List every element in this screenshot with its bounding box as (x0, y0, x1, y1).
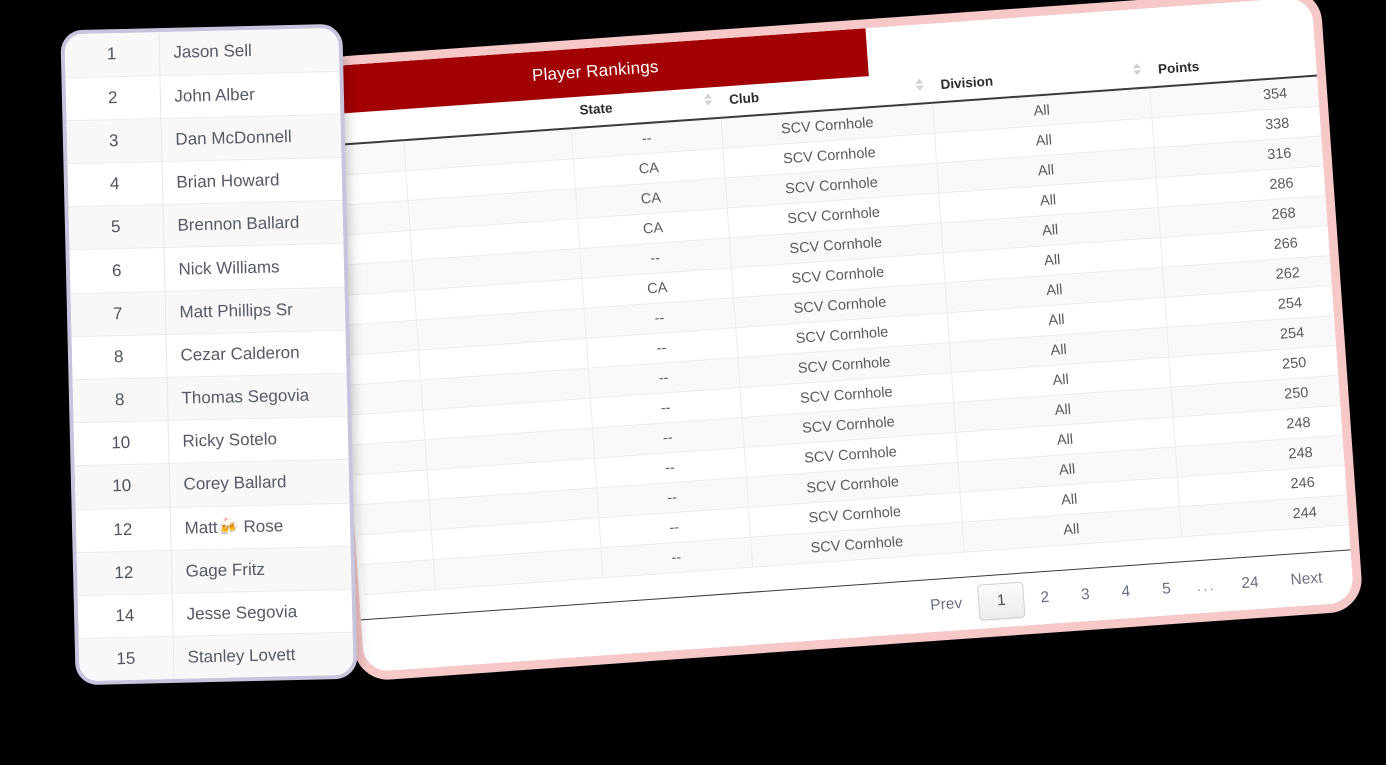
pagination-page-24[interactable]: 24 (1225, 567, 1276, 599)
name-panel-player-name[interactable]: Cezar Calderon (165, 330, 347, 378)
pagination-page-4[interactable]: 4 (1105, 576, 1148, 608)
name-panel-player-name[interactable]: John Alber (159, 71, 341, 119)
player-name-overlay-panel: 1 Jason Sell 2 John Alber 3 Dan McDonnell 4 Bri… (60, 23, 358, 686)
name-panel-table: 1 Jason Sell 2 John Alber 3 Dan McDonnell 4 Bri… (64, 27, 354, 682)
name-panel-rank: 10 (73, 420, 169, 467)
rankings-table: State Club Division Points -- SCV Cornho… (329, 32, 1364, 595)
name-panel-rank: 4 (67, 161, 163, 208)
name-panel-player-name[interactable]: Dan McDonnell (160, 114, 342, 162)
table-body: -- SCV Cornhole All 354 CA SCV Cornhole All 338… (331, 63, 1364, 595)
name-panel-rank: 12 (75, 507, 171, 553)
name-panel-row[interactable]: 1 Jason Sell (64, 27, 340, 78)
name-panel-rank: 2 (65, 75, 161, 121)
name-panel-rank: 1 (64, 32, 160, 78)
name-panel-row[interactable]: 4 Brian Howard (67, 157, 343, 208)
name-panel-rank: 8 (72, 377, 168, 423)
col-header-division-label: Division (940, 73, 994, 93)
name-panel-row[interactable]: 6 Nick Williams (69, 243, 345, 294)
col-header-club-label: Club (728, 90, 760, 108)
col-header-points-label: Points (1157, 58, 1200, 77)
rankings-table-wrap: State Club Division Points -- SCV Cornho… (325, 38, 1364, 620)
card-inner: Player Rankings State Club Division Poin… (321, 0, 1364, 673)
name-panel-player-name[interactable]: Corey Ballard (168, 459, 350, 508)
name-panel-player-name[interactable]: Matt Phillips Sr (164, 286, 346, 335)
name-panel-player-name[interactable]: Stanley Lovett (172, 632, 354, 680)
name-panel-player-name[interactable]: Thomas Segovia (166, 373, 348, 421)
name-panel-row[interactable]: 8 Thomas Segovia (72, 373, 348, 423)
name-panel-player-name[interactable]: Ricky Sotelo (167, 416, 349, 464)
name-panel-rank: 6 (69, 247, 165, 294)
name-panel-player-name[interactable]: Brennon Ballard (162, 200, 344, 248)
pagination-next[interactable]: Next (1274, 563, 1340, 596)
col-header-state-label: State (578, 100, 613, 118)
pagination-page-5[interactable]: 5 (1145, 574, 1188, 606)
name-panel-rank: 15 (78, 636, 174, 682)
name-panel-row[interactable]: 7 Matt Phillips Sr (70, 286, 346, 337)
name-panel-row[interactable]: 8 Cezar Calderon (71, 330, 347, 380)
name-panel-rank: 3 (66, 118, 162, 164)
name-panel-rank: 7 (70, 291, 166, 337)
name-panel-rank: 8 (71, 334, 167, 380)
player-rankings-card: Player Rankings State Club Division Poin… (312, 0, 1364, 682)
pagination-ellipsis[interactable]: ... (1186, 571, 1227, 603)
name-panel-row[interactable]: 5 Brennon Ballard (68, 200, 344, 251)
pagination-prev[interactable]: Prev (913, 588, 979, 621)
name-panel-row[interactable]: 3 Dan McDonnell (66, 114, 342, 164)
name-panel-player-name[interactable]: Jesse Segovia (171, 589, 353, 637)
name-panel-player-name[interactable]: Gage Fritz (170, 545, 352, 594)
sort-icon-division[interactable] (1132, 62, 1143, 79)
sort-icon-state[interactable] (703, 93, 714, 109)
name-panel-player-name[interactable]: Nick Williams (163, 243, 345, 292)
pagination-page-3[interactable]: 3 (1064, 579, 1107, 611)
cell-rank (361, 559, 436, 595)
name-panel-rank: 12 (76, 550, 172, 596)
pagination-page-1[interactable]: 1 (976, 581, 1026, 621)
name-panel-row[interactable]: 12 Gage Fritz (76, 545, 352, 596)
name-panel-rank: 14 (77, 593, 173, 639)
name-panel-rank: 5 (68, 204, 164, 251)
name-panel-rank: 10 (74, 463, 170, 510)
name-panel-row[interactable]: 10 Ricky Sotelo (73, 416, 349, 467)
name-panel-row[interactable]: 12 Matt🍻 Rose (75, 502, 351, 553)
name-panel-player-name[interactable]: Brian Howard (161, 157, 343, 205)
name-panel-row[interactable]: 2 John Alber (65, 71, 341, 121)
screenshot-stage: Player Rankings State Club Division Poin… (0, 0, 1386, 765)
name-panel-player-name[interactable]: Jason Sell (158, 27, 340, 76)
pagination-page-2[interactable]: 2 (1024, 582, 1067, 614)
name-panel-row[interactable]: 15 Stanley Lovett (78, 632, 354, 682)
name-panel-row[interactable]: 10 Corey Ballard (74, 459, 350, 510)
name-panel-row[interactable]: 14 Jesse Segovia (77, 589, 353, 639)
name-panel-player-name[interactable]: Matt🍻 Rose (169, 502, 351, 551)
name-panel-body: 1 Jason Sell 2 John Alber 3 Dan McDonnell 4 Bri… (64, 27, 354, 682)
sort-icon-club[interactable] (915, 78, 925, 94)
